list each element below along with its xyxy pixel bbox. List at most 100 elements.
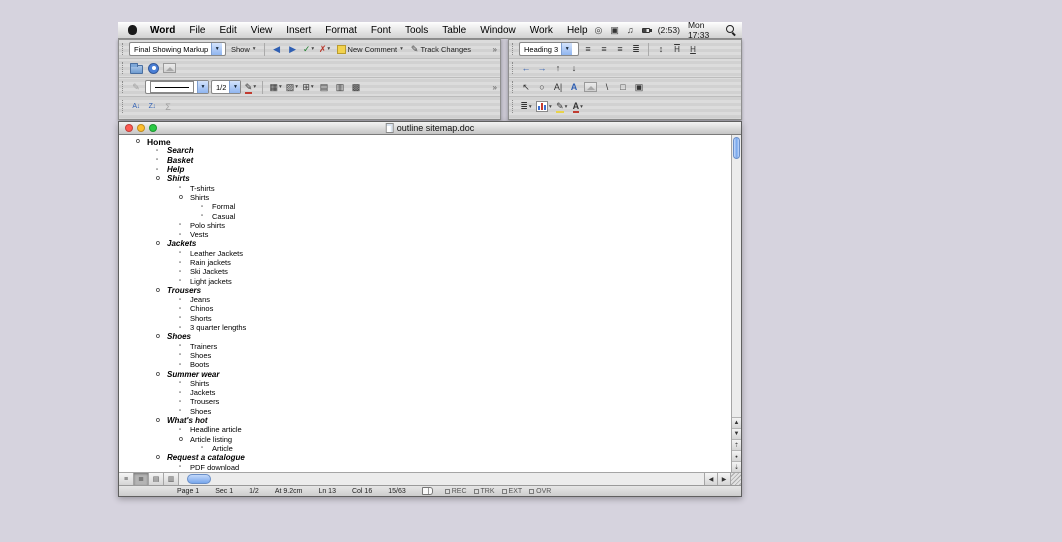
free-rotate-button[interactable]: ○: [535, 80, 549, 95]
toolbar-drag-handle[interactable]: [512, 100, 515, 113]
outline-marker-icon[interactable]: [156, 148, 167, 154]
shading-button[interactable]: ▨ ▾: [285, 80, 299, 95]
outline-marker-icon[interactable]: [156, 454, 167, 461]
apple-menu[interactable]: [118, 25, 143, 35]
highlight-button[interactable]: ✎ ▾: [555, 99, 569, 114]
outline-marker-icon[interactable]: [179, 380, 190, 386]
outline-item-text[interactable]: Boots: [190, 360, 209, 369]
menu-item[interactable]: Font: [364, 25, 398, 36]
outline-item-text[interactable]: Chinos: [190, 304, 213, 313]
outline-item-text[interactable]: Article: [212, 444, 233, 453]
draw-line-button[interactable]: \: [600, 80, 614, 95]
outline-marker-icon[interactable]: [136, 138, 147, 145]
toolbar-drag-handle[interactable]: [122, 62, 125, 74]
zoom-button[interactable]: [149, 124, 157, 132]
outline-marker-icon[interactable]: [179, 464, 190, 470]
outline-item-text[interactable]: Light jackets: [190, 277, 232, 286]
menu-item[interactable]: Insert: [279, 25, 318, 36]
toolbar-drag-handle[interactable]: [122, 81, 125, 93]
scroll-down-button[interactable]: ▼: [732, 428, 741, 439]
border-color-button[interactable]: ✎ ▾: [243, 80, 257, 95]
select-objects-button[interactable]: ↖: [519, 80, 533, 95]
page-layout-view-button[interactable]: ▤: [149, 473, 164, 485]
menu-clock[interactable]: Mon 17:33: [688, 20, 718, 40]
outline-item-text[interactable]: Summer wear: [167, 370, 219, 379]
outline-item-text[interactable]: Shoes: [190, 351, 211, 360]
outline-item-text[interactable]: Shirts: [167, 174, 190, 183]
browse-object-button[interactable]: ●: [732, 450, 741, 461]
outline-marker-icon[interactable]: [156, 157, 167, 163]
accept-change-button[interactable]: ✓ ▾: [302, 42, 316, 57]
outline-marker-icon[interactable]: [179, 297, 190, 303]
autosum-button[interactable]: Σ: [161, 99, 175, 114]
outline-item-text[interactable]: Formal: [212, 202, 235, 211]
display-for-review-select[interactable]: Final Showing Markup ▼: [129, 42, 226, 56]
align-left-button[interactable]: ≡: [581, 42, 595, 57]
browse-next-button[interactable]: ⇣: [732, 461, 741, 472]
format-font-button[interactable]: A: [567, 80, 581, 95]
outline-item-text[interactable]: Home: [147, 137, 171, 147]
outline-marker-icon[interactable]: [201, 445, 212, 451]
outline-item-text[interactable]: Trainers: [190, 342, 217, 351]
outline-marker-icon[interactable]: [179, 390, 190, 396]
sort-ascending-button[interactable]: A↓: [129, 99, 143, 114]
outline-marker-icon[interactable]: [179, 362, 190, 368]
notebook-view-button[interactable]: ▥: [164, 473, 179, 485]
next-change-button[interactable]: ▶: [286, 42, 300, 57]
track-changes-button[interactable]: ✎ Track Changes: [408, 42, 474, 57]
outline-marker-icon[interactable]: [156, 240, 167, 247]
align-center-button[interactable]: ≡: [597, 42, 611, 57]
outline-item-text[interactable]: Leather Jackets: [190, 249, 243, 258]
style-select[interactable]: Heading 3 ▼: [519, 42, 579, 56]
menu-item[interactable]: Tools: [398, 25, 435, 36]
outline-marker-icon[interactable]: [179, 185, 190, 191]
menu-item[interactable]: File: [182, 25, 212, 36]
outline-item-text[interactable]: Jackets: [190, 388, 215, 397]
vertical-scrollbar[interactable]: ▲ ▼ ⇡ ● ⇣: [731, 135, 741, 472]
minimize-button[interactable]: [137, 124, 145, 132]
displays-icon[interactable]: ▣: [610, 25, 619, 36]
outline-item-text[interactable]: Shirts: [190, 193, 209, 202]
outline-marker-icon[interactable]: [179, 315, 190, 321]
toolbar-overflow-icon[interactable]: »: [493, 83, 497, 92]
battery-icon[interactable]: [641, 27, 652, 33]
script-menu-icon[interactable]: ◎: [595, 25, 603, 36]
show-menu-button[interactable]: Show ▾: [228, 42, 259, 57]
promote-button[interactable]: ←: [519, 61, 533, 76]
justify-button[interactable]: ≣: [629, 42, 643, 57]
outline-item-text[interactable]: What's hot: [167, 416, 208, 425]
draw-table-button[interactable]: ✎: [129, 80, 143, 95]
outline-item-text[interactable]: Shorts: [190, 314, 212, 323]
insert-chart-button[interactable]: ▾: [535, 99, 553, 114]
outline-marker-icon[interactable]: [179, 269, 190, 275]
spelling-status-icon[interactable]: [421, 487, 433, 495]
horizontal-scrollbar[interactable]: ≡ ≣ ▤ ▥ ◀ ▶: [119, 472, 741, 485]
outline-item-text[interactable]: PDF download: [190, 463, 239, 472]
insert-picture-button[interactable]: [162, 61, 177, 76]
outline-marker-icon[interactable]: [156, 333, 167, 340]
distribute-rows-button[interactable]: ▤: [317, 80, 331, 95]
outline-marker-icon[interactable]: [179, 436, 190, 443]
outline-item-text[interactable]: Basket: [167, 156, 193, 165]
window-title-bar[interactable]: outline sitemap.doc: [119, 122, 741, 135]
move-down-button[interactable]: ↓: [567, 61, 581, 76]
outline-item-text[interactable]: 3 quarter lengths: [190, 323, 246, 332]
scroll-left-button[interactable]: ◀: [704, 473, 717, 485]
cell-alignment-button[interactable]: ≣ ▾: [519, 99, 533, 114]
outline-item-text[interactable]: Polo shirts: [190, 221, 225, 230]
outline-item-text[interactable]: Help: [167, 165, 184, 174]
line-weight-select[interactable]: 1/2 ▼: [211, 80, 242, 94]
outline-marker-icon[interactable]: [156, 167, 167, 173]
spotlight-icon[interactable]: [726, 25, 735, 35]
text-direction-button[interactable]: A|: [551, 80, 565, 95]
outline-marker-icon[interactable]: [156, 175, 167, 182]
scroll-right-button[interactable]: ▶: [717, 473, 730, 485]
toolbar-drag-handle[interactable]: [512, 62, 515, 74]
outline-marker-icon[interactable]: [179, 250, 190, 256]
sort-descending-button[interactable]: Z↓: [145, 99, 159, 114]
status-indicator[interactable]: EXT: [501, 488, 522, 495]
outline-marker-icon[interactable]: [156, 287, 167, 294]
outline-item-text[interactable]: Casual: [212, 212, 235, 221]
outline-marker-icon[interactable]: [179, 408, 190, 414]
line-spacing-button[interactable]: ↕: [654, 42, 668, 57]
